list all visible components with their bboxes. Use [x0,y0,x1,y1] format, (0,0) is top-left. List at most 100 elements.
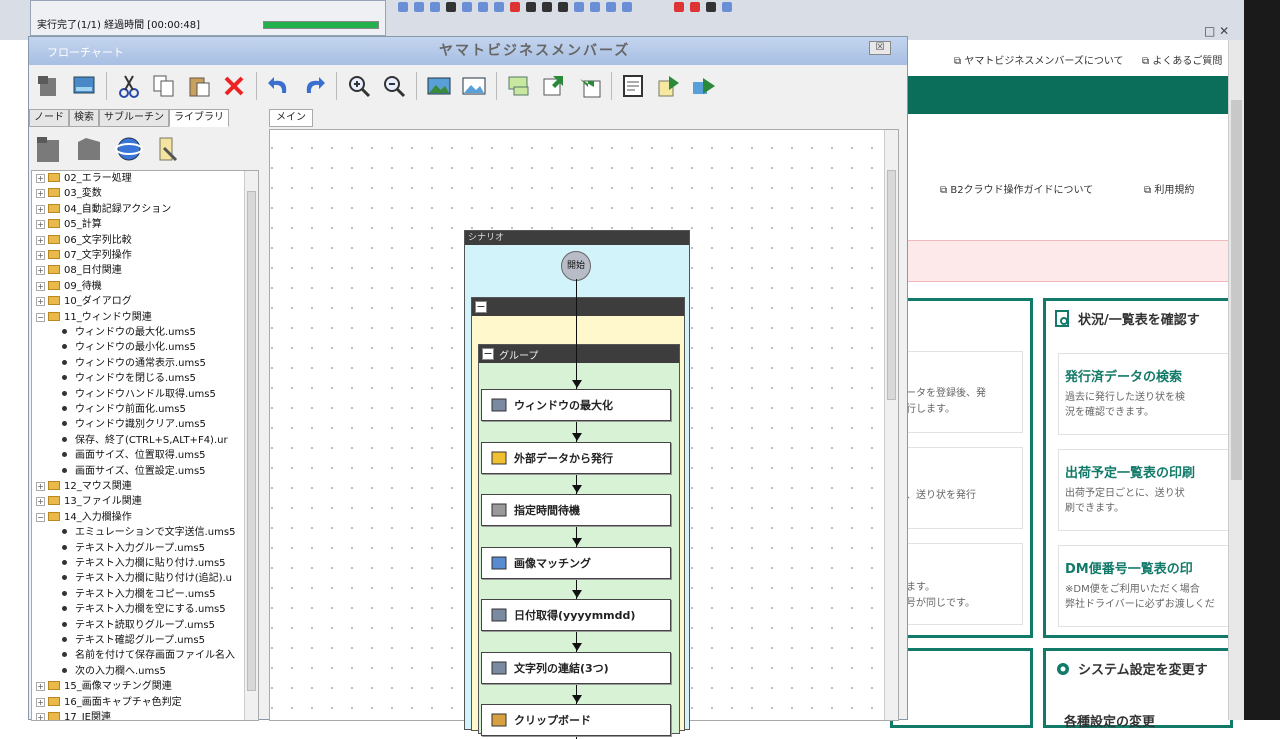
app-icon[interactable] [462,2,472,12]
flowchart-titlebar[interactable]: フローチャート ヤマトビジネスメンバーズ ☒ [29,37,907,65]
library-item[interactable]: ウィンドウ前面化.ums5 [62,402,186,417]
library-folder[interactable]: +17_IE関連 [36,710,111,720]
app-icon[interactable] [690,2,700,12]
expand-icon[interactable]: + [36,297,45,307]
app-icon[interactable] [622,2,632,12]
app-icon[interactable] [574,2,584,12]
library-item[interactable]: テキスト入力欄を空にする.ums5 [62,602,226,617]
library-item[interactable]: 画面サイズ、位置設定.ums5 [62,464,206,479]
tab-subroutine[interactable]: サブルーチン [99,109,169,127]
menu-item[interactable]: ます。 号が同じです。 [899,543,1023,625]
guide-link[interactable]: ⧉ B2クラウド操作ガイドについて [940,181,1093,196]
app-icon[interactable] [706,2,716,12]
menu-item[interactable]: DM便番号一覧表の印 ※DM便をご利用いただく場合 弊社ドライバーに必ずお渡しく… [1058,545,1234,627]
expand-icon[interactable]: + [36,697,45,707]
expand-icon[interactable]: − [36,512,45,522]
library-item[interactable]: エミュレーションで文字送信.ums5 [62,525,235,540]
library-open-button[interactable] [73,133,105,165]
library-item[interactable]: 画面サイズ、位置取得.ums5 [62,448,206,463]
tab-node[interactable]: ノード [29,109,69,127]
expand-icon[interactable]: + [36,682,45,692]
flow-node[interactable]: 画像マッチング [481,546,671,579]
library-item[interactable]: テキスト入力グループ.ums5 [62,541,205,556]
expand-icon[interactable]: + [36,204,45,214]
app-icon[interactable] [606,2,616,12]
library-folder[interactable]: +03_変数 [36,186,102,201]
flow-node[interactable]: 外部データから発行 [481,441,671,474]
flow-node[interactable]: 文字列の連結(3つ) [481,651,671,684]
cut-button[interactable] [113,70,145,102]
library-folder[interactable]: +10_ダイアログ [36,294,132,309]
library-new-button[interactable] [33,133,65,165]
app-icon[interactable] [722,2,732,12]
tree-scrollbar[interactable] [244,171,258,720]
library-folder[interactable]: +05_計算 [36,217,102,232]
flow-node[interactable]: 指定時間待機 [481,494,671,526]
app-icon[interactable] [674,2,684,12]
image-button[interactable] [458,70,490,102]
app-icon[interactable] [446,2,456,12]
app-icon[interactable] [494,2,504,12]
about-link[interactable]: ⧉ ヤマトビジネスメンバーズについて [954,52,1124,67]
expand-icon[interactable]: + [36,220,45,230]
window-controls[interactable]: □ ✕ [1204,24,1244,40]
menu-item[interactable]: 発行済データの検索 過去に発行した送り状を検 況を確認できます。 [1058,353,1234,435]
app-icon[interactable] [414,2,424,12]
library-item[interactable]: テキスト入力欄に貼り付け(追記).u [62,571,232,586]
open-button[interactable] [68,70,100,102]
move-button[interactable] [653,70,685,102]
library-item[interactable]: テキスト入力欄に貼り付け.ums5 [62,556,226,571]
flow-node[interactable]: 日付取得(yyyymmdd) [481,599,671,631]
library-item[interactable]: 名前を付けて保存画面ファイル名入 [62,648,235,663]
faq-link[interactable]: ⧉ よくあるご質問 [1142,52,1222,67]
library-folder[interactable]: − 14_入力欄操作 [36,510,132,525]
library-folder[interactable]: +08_日付関連 [36,263,122,278]
app-icon[interactable] [526,2,536,12]
canvas-scrollbar[interactable] [884,130,898,720]
close-button[interactable]: ☒ [869,41,891,55]
library-folder[interactable]: +15_画像マッチング関連 [36,679,172,694]
comment-button[interactable] [503,70,535,102]
library-folder[interactable]: +07_文字列操作 [36,248,132,263]
app-icon[interactable] [590,2,600,12]
start-node[interactable]: 開始 [561,251,591,281]
tab-library[interactable]: ライブラリ [169,109,229,127]
new-button[interactable] [33,70,65,102]
undo-button[interactable] [263,70,295,102]
paste-button[interactable] [183,70,215,102]
zoom-in-button[interactable] [343,70,375,102]
expand-icon[interactable]: + [36,482,45,491]
library-manage-button[interactable] [153,133,185,165]
terms-link[interactable]: ⧉ 利用規約 [1144,181,1194,196]
library-folder[interactable]: +09_待機 [36,279,102,294]
library-item[interactable]: テキスト入力欄をコピー.ums5 [62,587,216,602]
capture-button[interactable] [423,70,455,102]
properties-button[interactable] [618,70,650,102]
app-icon[interactable] [398,2,408,12]
library-folder[interactable]: − 11_ウィンドウ関連 [36,310,152,325]
library-folder[interactable]: +06_文字列比較 [36,233,132,248]
scenario-container[interactable]: シナリオ 開始 − − グループ ウィンドウの最大化 外部データから発行 指定時間待… [464,230,690,739]
zoom-out-button[interactable] [378,70,410,102]
library-item[interactable]: テキスト読取りグループ.ums5 [62,618,215,633]
library-folder[interactable]: +12_マウス関連 [36,479,132,494]
expand-icon[interactable]: + [36,497,45,507]
expand-icon[interactable]: + [36,189,45,199]
delete-button[interactable] [218,70,250,102]
library-item[interactable]: ウィンドウの最小化.ums5 [62,340,196,355]
export-button[interactable] [538,70,570,102]
expand-icon[interactable]: + [36,281,45,291]
collapse-icon[interactable]: − [475,301,487,313]
tab-search[interactable]: 検索 [69,109,99,127]
app-icon[interactable] [558,2,568,12]
library-item[interactable]: ウィンドウを閉じる.ums5 [62,371,196,386]
expand-icon[interactable]: + [36,235,45,245]
library-item[interactable]: テキスト確認グループ.ums5 [62,633,205,648]
menu-item-title[interactable]: 各種設定の変更 [1064,711,1155,730]
import-button[interactable] [573,70,605,102]
expand-icon[interactable]: + [36,251,45,260]
copy-button[interactable] [148,70,180,102]
tab-main[interactable]: メイン [269,109,313,127]
library-folder[interactable]: +02_エラー処理 [36,171,132,186]
collapse-icon[interactable]: − [482,348,494,360]
